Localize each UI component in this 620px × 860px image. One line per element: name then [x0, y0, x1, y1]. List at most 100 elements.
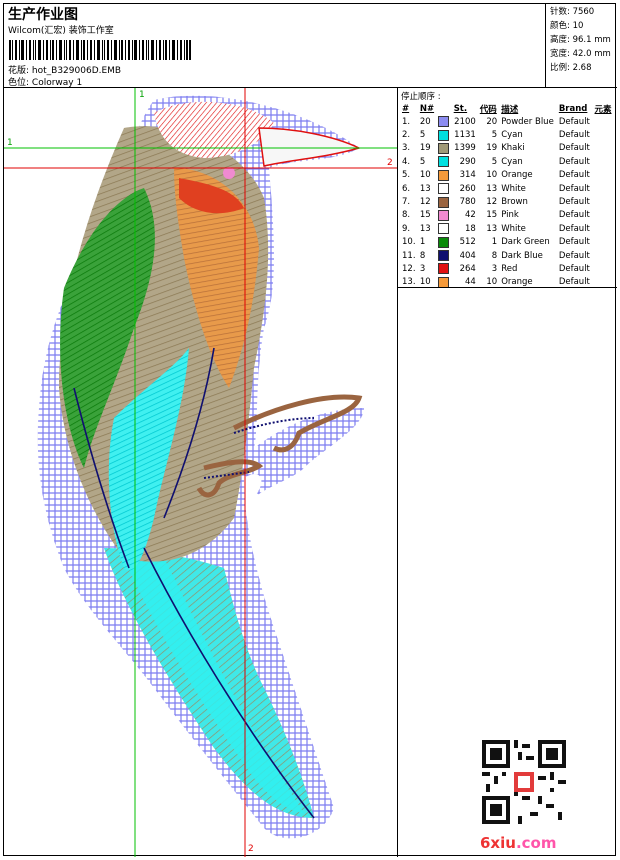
stats-panel: 针数: 7560 颜色: 10 高度: 96.1 mm 宽度: 42.0 mm … [546, 4, 617, 88]
row-needle: 15 [419, 210, 431, 221]
row-description: Dark Blue [501, 250, 543, 261]
row-index: 4. [402, 156, 411, 167]
row-index: 1. [402, 116, 411, 127]
row-brand: Default [558, 223, 590, 234]
table-row: 1. 20 2100 20 Powder Blue Default [400, 115, 614, 128]
color-swatch [438, 196, 450, 208]
row-code: 12 [486, 197, 498, 208]
row-brand: Default [558, 263, 590, 274]
eye [223, 167, 235, 179]
row-index: 2. [402, 130, 411, 141]
row-needle: 3 [419, 263, 426, 274]
color-swatch [438, 156, 450, 168]
row-description: Cyan [501, 130, 523, 141]
table-row: 4. 5 290 5 Cyan Default [400, 155, 614, 168]
col-brand: Brand [558, 103, 588, 114]
colorway-line: 色位: Colorway 1 [8, 75, 82, 88]
stop-sequence-panel: 停止顺序 : # N# St. 代码 描述 Brand 元素 1. 20 2100 2… [398, 88, 617, 857]
table-row: 7. 12 780 12 Brown Default [400, 195, 614, 208]
row-brand: Default [558, 210, 590, 221]
row-color-swatch [436, 262, 451, 275]
company-name: Wilcom(汇宏) 装饰工作室 [8, 26, 114, 36]
row-brand: Default [558, 250, 590, 261]
row-description: Orange [501, 170, 533, 181]
row-color-swatch [436, 222, 451, 235]
row-code: 5 [491, 130, 498, 141]
row-stitches: 512 [459, 237, 476, 248]
row-stitches: 264 [459, 263, 476, 274]
row-needle: 5 [419, 156, 426, 167]
color-swatch [438, 209, 450, 221]
row-element [593, 115, 614, 128]
watermark-suffix: .com [515, 834, 557, 852]
table-row: 6. 13 260 13 White Default [400, 182, 614, 195]
row-needle: 10 [419, 170, 431, 181]
guide-label-red-v: 2 [248, 844, 254, 854]
row-index: 8. [402, 210, 411, 221]
color-swatch [438, 223, 450, 235]
stat-height: 高度: 96.1 mm [550, 35, 611, 45]
embroidery-preview [4, 88, 397, 857]
row-color-swatch [436, 236, 451, 249]
design-canvas: 1 1 2 2 [4, 88, 398, 857]
stat-stitches: 针数: 7560 [550, 7, 595, 17]
row-color-swatch [436, 115, 451, 128]
guide-label-red-h: 2 [387, 158, 393, 168]
row-color-swatch [436, 182, 451, 195]
row-color-swatch [436, 142, 451, 155]
row-stitches: 1399 [454, 143, 476, 154]
row-element [593, 236, 614, 249]
table-divider [398, 287, 617, 288]
row-index: 12. [402, 263, 416, 274]
stat-colors: 颜色: 10 [550, 21, 584, 31]
row-code: 8 [491, 250, 498, 261]
stop-sequence-table: # N# St. 代码 描述 Brand 元素 1. 20 2100 20 Powder… [400, 102, 614, 289]
row-color-swatch [436, 209, 451, 222]
row-stitches: 290 [459, 156, 476, 167]
row-index: 5. [402, 170, 411, 181]
col-stitches: St. [453, 103, 468, 114]
row-element [593, 142, 614, 155]
row-needle: 19 [419, 143, 431, 154]
guide-label-green-h: 1 [7, 138, 13, 148]
color-swatch [438, 236, 450, 248]
row-element [593, 262, 614, 275]
row-code: 13 [486, 223, 498, 234]
page-frame: 生产作业图 Wilcom(汇宏) 装饰工作室 花版: hot_B329006D.… [3, 3, 617, 857]
table-row: 8. 15 42 15 Pink Default [400, 209, 614, 222]
colorway-label: 色位: [8, 78, 30, 88]
table-row: 3. 19 1399 19 Khaki Default [400, 142, 614, 155]
page-title: 生产作业图 [8, 7, 78, 23]
row-stitches: 260 [459, 183, 476, 194]
row-needle: 13 [419, 183, 431, 194]
col-description: 描述 [501, 104, 519, 115]
row-index: 6. [402, 183, 411, 194]
stat-ratio: 比例: 2.68 [550, 63, 592, 73]
row-color-swatch [436, 195, 451, 208]
color-swatch [438, 263, 450, 275]
header-panel: 生产作业图 Wilcom(汇宏) 装饰工作室 花版: hot_B329006D.… [4, 4, 546, 88]
row-code: 10 [486, 170, 498, 181]
row-element [593, 182, 614, 195]
row-brand: Default [558, 156, 590, 167]
row-description: Powder Blue [501, 116, 554, 127]
row-description: White [501, 223, 526, 234]
col-element: 元素 [594, 104, 612, 115]
row-color-swatch [436, 128, 451, 141]
row-stitches: 42 [464, 210, 476, 221]
row-needle: 1 [419, 237, 426, 248]
row-index: 9. [402, 223, 411, 234]
row-brand: Default [558, 170, 590, 181]
row-description: Khaki [501, 143, 525, 154]
row-color-swatch [436, 169, 451, 182]
stop-sequence-title: 停止顺序 : [401, 92, 441, 102]
table-row: 9. 13 18 13 White Default [400, 222, 614, 235]
row-code: 3 [491, 263, 498, 274]
row-needle: 8 [419, 250, 426, 261]
color-swatch [438, 129, 450, 141]
color-swatch [438, 142, 450, 154]
row-element [593, 169, 614, 182]
row-code: 13 [486, 183, 498, 194]
row-brand: Default [558, 116, 590, 127]
row-brand: Default [558, 143, 590, 154]
